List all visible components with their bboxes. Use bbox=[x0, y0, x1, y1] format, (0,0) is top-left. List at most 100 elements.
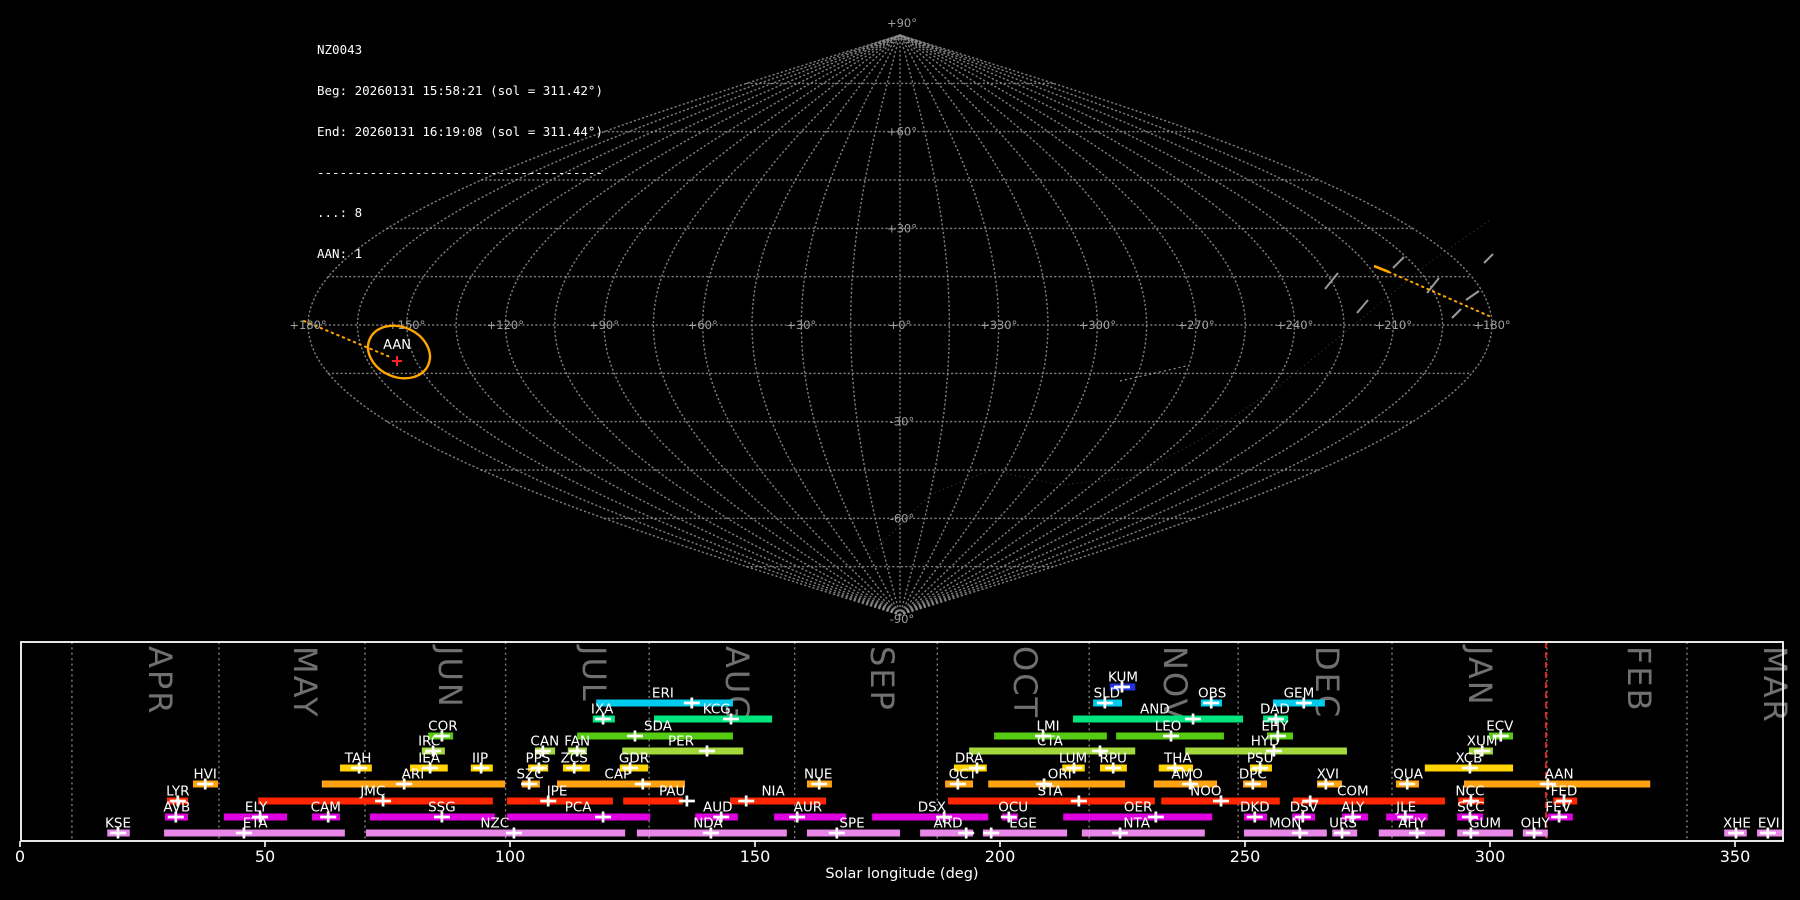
shower-code-label-COM: COM bbox=[1337, 784, 1369, 800]
shower-code-label-OER: OER bbox=[1124, 800, 1153, 816]
shower-code-label-ARI: ARI bbox=[402, 767, 425, 783]
shower-code-label-PER: PER bbox=[668, 734, 694, 750]
shower-code-label-DPC: DPC bbox=[1239, 767, 1267, 783]
x-axis-tick-label: 100 bbox=[495, 847, 526, 866]
shower-code-label-XUM: XUM bbox=[1467, 734, 1498, 750]
shower-code-label-DAD: DAD bbox=[1260, 702, 1290, 718]
month-label: JUL bbox=[575, 644, 613, 703]
shower-code-label-GEM: GEM bbox=[1284, 686, 1315, 702]
shower-code-label-NOO: NOO bbox=[1190, 784, 1221, 800]
shower-code-label-IPE: IPE bbox=[547, 784, 568, 800]
shower-code-label-DSV: DSV bbox=[1290, 800, 1319, 816]
longitude-label: +90° bbox=[589, 318, 619, 332]
shower-code-label-DSX: DSX bbox=[918, 800, 946, 816]
latitude-label: +90° bbox=[887, 16, 917, 30]
shower-code-label-DKD: DKD bbox=[1240, 800, 1270, 816]
shower-code-label-AUR: AUR bbox=[794, 800, 823, 816]
aan-meteor-trail-solid bbox=[1373, 264, 1390, 274]
shower-code-label-GUM: GUM bbox=[1469, 816, 1501, 832]
shower-code-label-CTA: CTA bbox=[1037, 734, 1064, 750]
shower-code-label-SPE: SPE bbox=[839, 816, 864, 832]
shower-code-label-CAN: CAN bbox=[530, 734, 559, 750]
latitude-label: -60° bbox=[890, 511, 915, 525]
shower-code-label-ELY: ELY bbox=[245, 800, 268, 816]
shower-code-label-LUM: LUM bbox=[1059, 751, 1087, 767]
shower-code-label-HVI: HVI bbox=[194, 767, 217, 783]
shower-code-label-IEA: IEA bbox=[418, 751, 441, 767]
shower-code-label-SLD: SLD bbox=[1094, 686, 1121, 702]
shower-code-label-JLE: JLE bbox=[1395, 800, 1416, 816]
sporadic-count: ...: 8 bbox=[317, 205, 363, 221]
shower-code-label-GDR: GDR bbox=[619, 751, 649, 767]
shower-code-label-PCA: PCA bbox=[565, 800, 593, 816]
x-axis-tick-label: 250 bbox=[1230, 847, 1261, 866]
shower-code-label-URS: URS bbox=[1329, 816, 1357, 832]
longitude-label: +180° bbox=[1473, 318, 1510, 332]
separator-line: -------------------------------------- bbox=[317, 164, 603, 180]
longitude-label: +330° bbox=[980, 318, 1017, 332]
shower-code-label-OCU: OCU bbox=[998, 800, 1028, 816]
sporadic-meteor-trail bbox=[1483, 253, 1494, 264]
x-axis-tick-label: 300 bbox=[1475, 847, 1506, 866]
month-label: APR bbox=[141, 646, 179, 715]
station-info-block: NZ0043 Beg: 20260131 15:58:21 (sol = 311… bbox=[317, 16, 603, 288]
faint-plane-curve bbox=[869, 219, 1491, 556]
latitude-label: -90° bbox=[890, 612, 915, 626]
longitude-label: +60° bbox=[688, 318, 718, 332]
longitude-label: +180° bbox=[289, 318, 326, 332]
shower-code-label-AAN: AAN bbox=[1545, 767, 1574, 783]
sporadic-meteor-trail bbox=[1451, 308, 1462, 319]
shower-code-label-FED: FED bbox=[1551, 784, 1578, 800]
begin-time-line: Beg: 20260131 15:58:21 (sol = 311.42°) bbox=[317, 82, 603, 98]
shower-code-label-IRC: IRC bbox=[418, 734, 440, 750]
shower-code-label-FAN: FAN bbox=[564, 734, 590, 750]
shower-code-label-PAU: PAU bbox=[659, 784, 685, 800]
shower-code-label-OBS: OBS bbox=[1198, 686, 1226, 702]
shower-code-label-TAH: TAH bbox=[344, 751, 372, 767]
shower-code-label-NIA: NIA bbox=[761, 784, 785, 800]
latitude-label: +30° bbox=[887, 221, 917, 235]
chart-frame bbox=[20, 641, 1784, 842]
x-axis-tick-label: 0 bbox=[15, 847, 25, 866]
shower-code-label-IIP: IIP bbox=[472, 751, 488, 767]
x-axis-tick-label: 200 bbox=[985, 847, 1016, 866]
shower-code-label-AUD: AUD bbox=[703, 800, 733, 816]
shower-code-label-LYR: LYR bbox=[166, 784, 189, 800]
x-axis-tick-label: 350 bbox=[1720, 847, 1751, 866]
end-time-line: End: 20260131 16:19:08 (sol = 311.44°) bbox=[317, 123, 603, 139]
sporadic-meteor-trail bbox=[1465, 290, 1480, 301]
shower-code-label-OCT: OCT bbox=[949, 767, 978, 783]
aan-count: AAN: 1 bbox=[317, 246, 363, 262]
shower-code-label-NDA: NDA bbox=[693, 816, 723, 832]
shower-code-label-RPU: RPU bbox=[1099, 751, 1126, 767]
sky-map-and-timeline: +180° +150° +120° +90° +60° +30° +0° +330° +300°… bbox=[15, 16, 1794, 882]
longitude-label: +270° bbox=[1177, 318, 1214, 332]
month-label: FEB bbox=[1620, 646, 1658, 713]
longitude-label: +210° bbox=[1375, 318, 1412, 332]
shower-code-label-NTA: NTA bbox=[1123, 816, 1150, 832]
shower-code-label-KCG: KCG bbox=[703, 702, 731, 718]
shower-code-label-NCC: NCC bbox=[1455, 784, 1484, 800]
shower-code-label-SCC: SCC bbox=[1457, 800, 1484, 816]
meteor-station-screen: +180° +150° +120° +90° +60° +30° +0° +330° +300°… bbox=[0, 0, 1800, 900]
shower-code-label-AND: AND bbox=[1140, 702, 1170, 718]
shower-code-label-XHE: XHE bbox=[1723, 816, 1751, 832]
shower-code-label-ETA: ETA bbox=[243, 816, 269, 832]
longitude-label: +120° bbox=[487, 318, 524, 332]
shower-timeline-chart: APR MAY JUN JUL AUG SEP OCT NOV DEC JAN FEB MARKUME… bbox=[15, 641, 1794, 882]
shower-code-label-PSU: PSU bbox=[1247, 751, 1274, 767]
longitude-label: +240° bbox=[1276, 318, 1313, 332]
shower-code-label-SDA: SDA bbox=[644, 719, 673, 735]
shower-code-label-HYD: HYD bbox=[1251, 734, 1280, 750]
shower-code-label-SSG: SSG bbox=[428, 800, 456, 816]
shower-code-label-ORI: ORI bbox=[1048, 767, 1072, 783]
month-label: SEP bbox=[863, 646, 901, 712]
month-label: MAR bbox=[1756, 646, 1794, 724]
shower-code-label-ERI: ERI bbox=[652, 686, 674, 702]
shower-code-label-SZC: SZC bbox=[516, 767, 543, 783]
shower-code-label-MON: MON bbox=[1269, 816, 1301, 832]
month-label: JUN bbox=[431, 644, 469, 709]
month-label: JAN bbox=[1461, 644, 1499, 707]
shower-code-label-AMO: AMO bbox=[1171, 767, 1203, 783]
shower-code-label-THA: THA bbox=[1163, 751, 1192, 767]
